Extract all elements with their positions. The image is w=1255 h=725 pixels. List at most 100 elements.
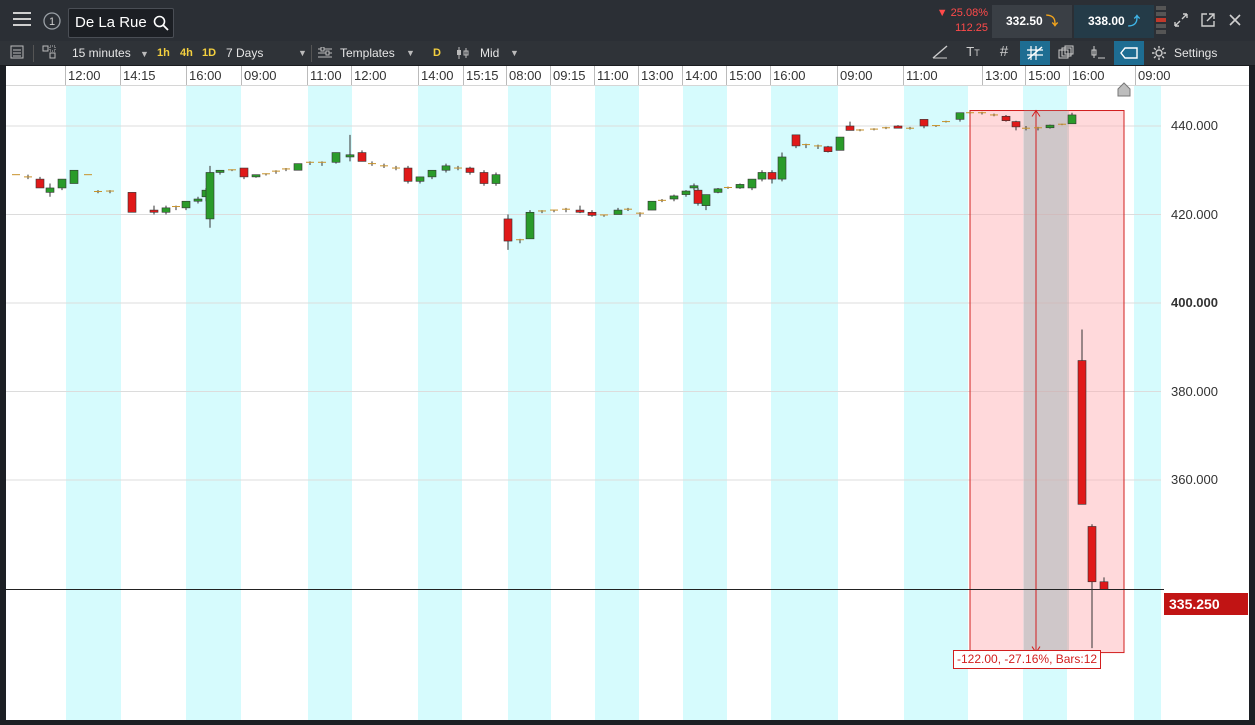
session-band [418, 85, 462, 720]
candle-body [357, 152, 367, 162]
candle-body [823, 146, 833, 152]
candle-body [193, 198, 203, 202]
candle-body [149, 209, 159, 213]
candle-body [681, 190, 691, 195]
candle-body [845, 125, 855, 131]
candle-body [161, 207, 171, 213]
toolbar-separator [33, 45, 34, 62]
time-tick [418, 66, 419, 85]
candle-body [293, 163, 303, 171]
candle-body [587, 211, 597, 216]
time-label: 12:00 [354, 68, 387, 83]
chevron-down-icon: ▼ [140, 49, 149, 59]
candle-body [1011, 121, 1021, 128]
time-label: 08:00 [509, 68, 542, 83]
search-icon[interactable] [153, 15, 169, 31]
grid-icon[interactable]: # [994, 43, 1014, 61]
time-tick [594, 66, 595, 85]
popout-icon[interactable] [1199, 13, 1217, 31]
candle-body [491, 174, 501, 184]
sell-price-button[interactable]: 332.50 ⤵ [992, 5, 1072, 38]
crosshair-icon[interactable] [1020, 41, 1050, 65]
draw-line-icon[interactable] [930, 45, 950, 61]
session-band [771, 85, 838, 720]
buy-arrow-icon: ⤴ [1128, 14, 1141, 28]
instrument-name: De La Rue [75, 14, 147, 31]
layout-icon[interactable] [40, 45, 58, 61]
text-tool-icon[interactable]: TT [962, 44, 984, 62]
scroll-home-icon[interactable] [1116, 82, 1132, 98]
chevron-down-icon: ▼ [406, 48, 415, 58]
buy-price-button[interactable]: 338.00 ⤴ [1074, 5, 1154, 38]
session-band [308, 85, 352, 720]
expand-icon[interactable] [1172, 13, 1190, 31]
indicator-icon[interactable] [1088, 45, 1108, 61]
layers-icon[interactable] [1056, 45, 1076, 61]
time-tick [550, 66, 551, 85]
chart-area[interactable]: 12:00 14:15 16:00 09:00 11:00 12:00 14:00 15:15… [6, 66, 1249, 720]
time-label: 16:00 [189, 68, 222, 83]
time-tick [186, 66, 187, 85]
time-label: 09:15 [553, 68, 586, 83]
sell-arrow-icon: ⤵ [1046, 14, 1059, 28]
price-mode-dropdown[interactable]: Mid ▼ [456, 41, 522, 65]
candle-body [479, 172, 489, 184]
measure-tool-icon[interactable] [1114, 41, 1144, 65]
candle-body [415, 176, 425, 182]
templates-icon [318, 47, 332, 58]
session-band [595, 85, 639, 720]
time-label: 11:00 [597, 68, 629, 83]
time-tick [463, 66, 464, 85]
current-price-tag: 335.250 [1164, 593, 1248, 615]
settings-button[interactable]: Settings [1152, 41, 1252, 65]
time-label: 16:00 [1072, 68, 1105, 83]
candle-body [1045, 124, 1055, 129]
range-dropdown[interactable]: 7 Days ▼ [226, 41, 308, 65]
candle-body [427, 169, 437, 178]
candle-body [919, 119, 929, 127]
candle-body [251, 174, 261, 178]
candle-body [767, 172, 777, 180]
time-label: 15:00 [1028, 68, 1061, 83]
candlestick-icon [457, 47, 469, 59]
measure-result-label: -122.00, -27.16%, Bars:12 [953, 650, 1102, 669]
candle-body [735, 184, 745, 189]
time-axis: 12:00 14:15 16:00 09:00 11:00 12:00 14:00 15:15… [6, 66, 1249, 86]
session-band [683, 85, 727, 720]
quick-1d-button[interactable]: 1D [202, 41, 216, 65]
range-label: 7 Days [226, 46, 264, 60]
workspace-number-icon[interactable]: 1 [42, 12, 62, 32]
change-percent: ▼ 25.08% [936, 7, 988, 19]
hamburger-menu-icon[interactable] [8, 11, 36, 31]
gear-icon [1152, 46, 1166, 60]
sell-price: 332.50 [1005, 14, 1043, 28]
time-tick [1025, 66, 1026, 85]
price-label: 400.000 [1171, 295, 1218, 310]
price-mode-label: Mid [480, 46, 500, 60]
time-tick [65, 66, 66, 85]
time-label: 15:15 [466, 68, 499, 83]
time-label: 15:00 [729, 68, 762, 83]
settings-label: Settings [1174, 46, 1218, 60]
templates-dropdown[interactable]: Templates ▼ [318, 41, 416, 65]
price-label: 440.000 [1171, 118, 1218, 133]
candle-body [181, 200, 191, 209]
d-badge[interactable]: D [433, 41, 441, 65]
candle-body [955, 112, 965, 120]
quick-1h-button[interactable]: 1h [157, 41, 170, 65]
candle-body [893, 125, 903, 129]
candle-body [1077, 360, 1087, 505]
candle-body [1099, 581, 1109, 590]
price-chart[interactable] [6, 66, 1249, 720]
toolbar-separator [311, 45, 312, 62]
candle-body [345, 154, 355, 158]
quick-4h-button[interactable]: 4h [180, 41, 193, 65]
time-label: 13:00 [641, 68, 674, 83]
session-band [904, 85, 968, 720]
interval-dropdown[interactable]: 15 minutes ▼ [72, 41, 152, 65]
list-icon[interactable] [8, 45, 26, 61]
session-band [508, 85, 551, 720]
candle-body [1087, 526, 1097, 583]
close-icon[interactable] [1226, 13, 1244, 31]
instrument-search[interactable]: De La Rue [68, 8, 174, 38]
